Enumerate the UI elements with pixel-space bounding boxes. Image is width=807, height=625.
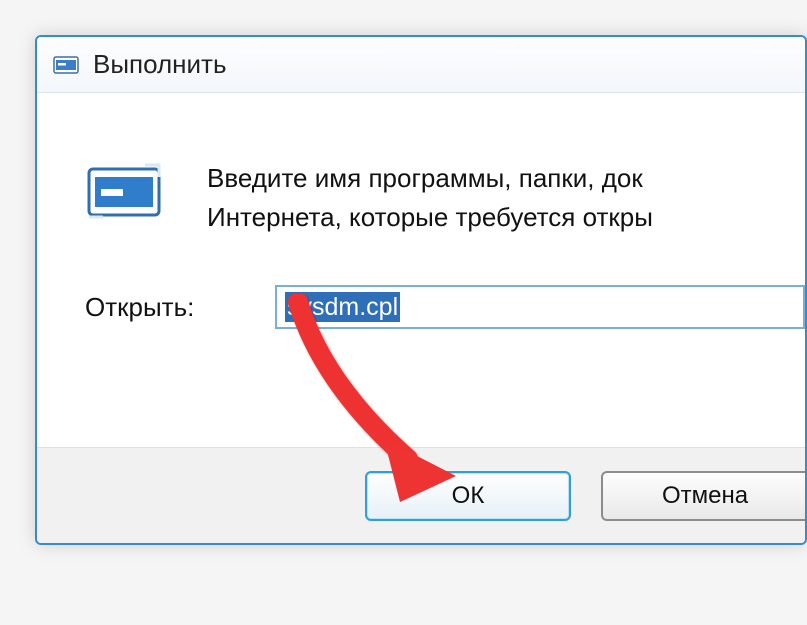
open-label: Открыть:	[85, 292, 275, 323]
button-row: ОК Отмена	[37, 447, 805, 543]
dialog-title: Выполнить	[93, 49, 227, 80]
ok-button-label: ОК	[452, 482, 485, 510]
titlebar[interactable]: Выполнить	[37, 37, 805, 93]
cancel-button-label: Отмена	[662, 482, 748, 510]
dialog-description: Введите имя программы, папки, док Интерн…	[207, 159, 653, 237]
run-dialog: Выполнить Введите имя программы, папки, …	[35, 35, 807, 545]
open-input[interactable]: sysdm.cpl	[275, 285, 805, 329]
open-input-value: sysdm.cpl	[285, 292, 400, 322]
ok-button[interactable]: ОК	[365, 471, 571, 521]
run-large-icon	[85, 163, 163, 221]
run-icon	[53, 54, 79, 76]
cancel-button[interactable]: Отмена	[601, 471, 807, 521]
dialog-body: Введите имя программы, папки, док Интерн…	[37, 93, 805, 543]
